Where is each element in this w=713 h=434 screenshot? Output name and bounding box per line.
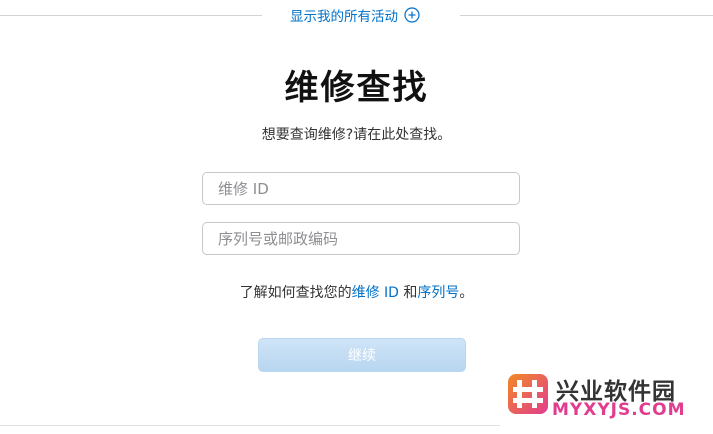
repair-id-help-link[interactable]: 维修 ID (352, 285, 399, 301)
help-text: 了解如何查找您的维修 ID 和序列号。 (0, 282, 713, 302)
watermark-domain: MYXYJS.COM (552, 400, 686, 420)
show-all-activity-label[interactable]: 显示我的所有活动 (290, 5, 398, 25)
watermark: 兴业软件园 MYXYJS.COM (508, 372, 708, 422)
continue-button[interactable]: 继续 (258, 338, 466, 372)
show-all-activity-link[interactable]: 显示我的所有活动 (290, 5, 420, 25)
divider-left (0, 15, 262, 16)
serial-or-zip-input[interactable] (202, 222, 520, 255)
repair-id-input[interactable] (202, 172, 520, 205)
page-subtitle: 想要查询维修?请在此处查找。 (261, 127, 452, 143)
repair-lookup-page: 显示我的所有活动 维修查找 想要查询维修?请在此处查找。 了解如何查找您的维修 … (0, 0, 713, 434)
help-suffix: 。 (459, 285, 474, 301)
bottom-divider (0, 425, 500, 426)
help-conjunction: 和 (398, 285, 418, 301)
watermark-logo-icon (508, 374, 548, 414)
serial-help-link[interactable]: 序列号 (417, 285, 459, 301)
divider-right (460, 15, 713, 16)
help-prefix: 了解如何查找您的 (239, 285, 352, 301)
page-title: 维修查找 (284, 68, 429, 108)
plus-circle-icon[interactable] (404, 7, 420, 23)
activity-divider: 显示我的所有活动 (0, 0, 713, 30)
